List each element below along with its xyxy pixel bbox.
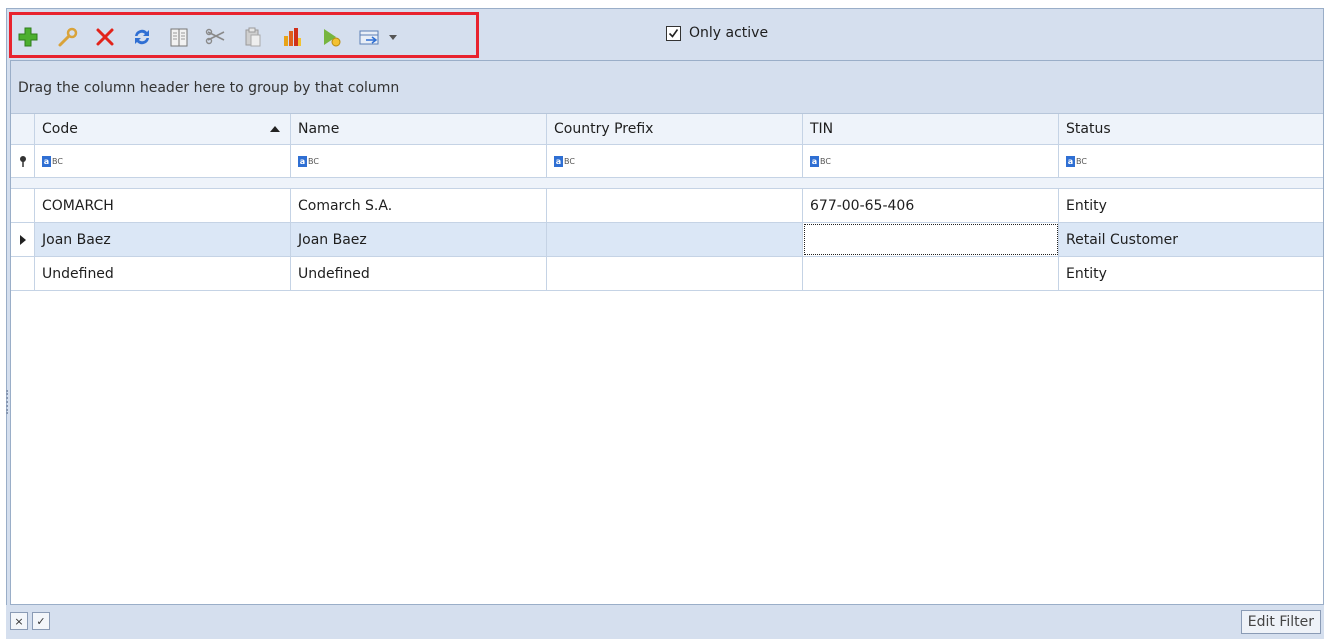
cell-country-prefix[interactable] [547,257,803,290]
export-icon[interactable] [358,25,382,49]
column-header-label: Country Prefix [554,121,654,137]
filter-cell-status[interactable]: a BC [1059,145,1323,177]
sort-ascending-icon [270,126,280,132]
text-filter-icon: a BC [554,155,575,167]
cell-status[interactable]: Entity [1059,189,1323,222]
edit-filter-button[interactable]: Edit Filter [1240,610,1321,634]
delete-icon[interactable] [93,25,117,49]
text-filter-icon: a BC [1066,155,1087,167]
add-icon[interactable] [16,25,40,49]
cell-name[interactable]: Comarch S.A. [291,189,547,222]
table-row[interactable]: Undefined Undefined Entity [11,257,1323,291]
filter-separator [11,178,1323,189]
group-by-hint: Drag the column header here to group by … [18,80,400,96]
column-header-label: Code [42,121,78,137]
filter-cell-name[interactable]: a BC [291,145,547,177]
clear-filter-icon[interactable]: × [10,612,28,630]
cell-code[interactable]: Joan Baez [35,223,291,256]
column-header-row: Code Name Country Prefix TIN Status [11,114,1323,145]
text-filter-icon: a BC [810,155,831,167]
text-filter-icon: a BC [42,155,63,167]
column-header-tin[interactable]: TIN [803,114,1059,144]
dropdown-icon[interactable] [386,25,400,49]
column-header-name[interactable]: Name [291,114,547,144]
cell-code[interactable]: COMARCH [35,189,291,222]
column-header-code[interactable]: Code [35,114,291,144]
toolbar: Only active [6,8,1324,59]
cell-status[interactable]: Entity [1059,257,1323,290]
cell-country-prefix[interactable] [547,223,803,256]
header-indicator-cell [11,114,35,144]
row-indicator [11,257,35,290]
only-active-toggle[interactable]: Only active [666,22,768,44]
current-row-arrow-icon [11,223,35,256]
column-header-status[interactable]: Status [1059,114,1323,144]
only-active-label: Only active [689,25,769,41]
cell-status[interactable]: Retail Customer [1059,223,1323,256]
filter-cell-tin[interactable]: a BC [803,145,1059,177]
column-header-label: TIN [810,121,834,137]
enable-filter-checkbox[interactable]: ✓ [32,612,50,630]
table-row[interactable]: COMARCH Comarch S.A. 677-00-65-406 Entit… [11,189,1323,223]
cell-country-prefix[interactable] [547,189,803,222]
paste-icon[interactable] [241,25,265,49]
column-header-label: Status [1066,121,1111,137]
text-filter-icon: a BC [298,155,319,167]
group-by-panel[interactable]: Drag the column header here to group by … [11,61,1323,114]
chart-icon[interactable] [280,25,304,49]
column-header-country-prefix[interactable]: Country Prefix [547,114,803,144]
splitter-handle[interactable] [6,390,8,414]
only-active-checkbox[interactable] [666,25,681,41]
cell-tin-focused[interactable] [803,223,1059,256]
row-indicator [11,189,35,222]
filter-cell-country-prefix[interactable]: a BC [547,145,803,177]
toolbar-highlight-group [9,12,479,58]
cell-tin[interactable] [803,257,1059,290]
run-icon[interactable] [319,25,343,49]
refresh-icon[interactable] [130,25,154,49]
cell-code[interactable]: Undefined [35,257,291,290]
view-icon[interactable] [167,25,191,49]
filter-pin-icon [11,145,35,177]
column-header-label: Name [298,121,340,137]
auto-filter-row: a BC a BC a BC a BC a BC [11,145,1323,178]
table-row-selected[interactable]: Joan Baez Joan Baez Retail Customer [11,223,1323,257]
cell-name[interactable]: Joan Baez [291,223,547,256]
data-grid: Drag the column header here to group by … [10,60,1324,605]
cell-name[interactable]: Undefined [291,257,547,290]
cut-icon[interactable] [204,25,228,49]
edit-icon[interactable] [56,25,80,49]
filter-status-bar: × ✓ Edit Filter [6,605,1324,639]
filter-cell-code[interactable]: a BC [35,145,291,177]
cell-tin[interactable]: 677-00-65-406 [803,189,1059,222]
